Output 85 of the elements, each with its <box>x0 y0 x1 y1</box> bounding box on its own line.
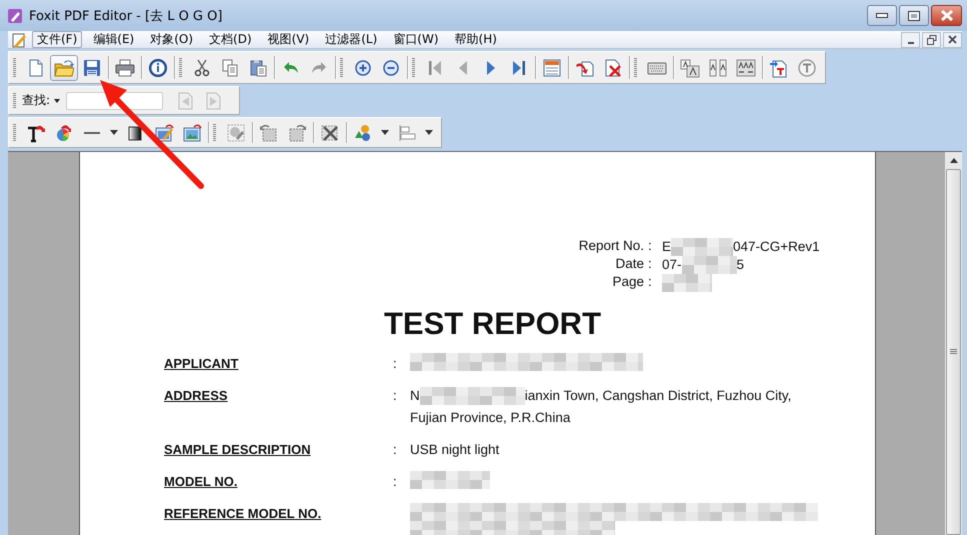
line-tool-icon <box>84 132 100 134</box>
shapes-icon <box>353 122 373 142</box>
colon: : <box>393 441 398 459</box>
window-title: Foxit PDF Editor - [去 L O G O] <box>29 8 222 24</box>
save-icon <box>82 58 102 78</box>
form-icon <box>542 58 562 78</box>
font-size-icon <box>680 58 700 78</box>
field-label: MODEL NO. <box>164 473 238 491</box>
word-spacing-icon <box>736 58 756 78</box>
close-button[interactable] <box>931 5 962 26</box>
minimize-icon <box>876 12 888 18</box>
close-icon <box>948 35 957 44</box>
align-icon <box>397 122 417 142</box>
redaction-mask <box>682 256 737 274</box>
field-label: Report No. <box>578 238 644 255</box>
colon: : <box>647 274 653 291</box>
rotate-right-icon <box>287 122 307 142</box>
colon: : <box>647 256 653 273</box>
field-value: ianxin Town, Cangshan District, Fuzhou City, <box>524 387 792 405</box>
folder-button[interactable] <box>50 54 78 80</box>
caret-icon <box>425 130 433 135</box>
field-label: Page <box>611 274 644 291</box>
info-icon <box>148 58 168 78</box>
clipboard-icon <box>248 58 268 78</box>
insert-text-icon <box>769 58 789 78</box>
close-icon <box>940 10 952 21</box>
menu-item[interactable]: 文档(D) <box>204 31 257 48</box>
edit-image-icon <box>154 122 174 142</box>
restore-icon <box>926 34 936 44</box>
app-logo-icon <box>7 8 23 24</box>
field-label: REFERENCE MODEL NO. <box>164 505 322 523</box>
menu-item[interactable]: 窗口(W) <box>388 31 444 48</box>
restore-button[interactable] <box>922 32 941 48</box>
page-delete-icon <box>603 58 623 78</box>
caret-icon <box>381 130 389 135</box>
scissors-icon <box>192 58 212 78</box>
field-label: Date <box>614 256 644 273</box>
menu-item[interactable]: 编辑(E) <box>88 31 140 48</box>
color-wheel-icon <box>54 122 74 142</box>
field-label: SAMPLE DESCRIPTION <box>164 441 312 459</box>
field-label: APPLICANT <box>164 355 240 373</box>
character-spacing-icon <box>708 58 728 78</box>
copy-icon <box>220 58 240 78</box>
printer-icon <box>115 58 135 78</box>
caret-icon <box>110 130 118 135</box>
minimize-icon <box>908 42 914 44</box>
field-label: ADDRESS <box>164 387 229 405</box>
redaction-mask <box>671 238 734 256</box>
colon: : <box>393 387 398 405</box>
menu-item[interactable]: 过滤器(L) <box>320 31 382 48</box>
menu-item[interactable]: 视图(V) <box>262 31 314 48</box>
crop-remove-icon <box>320 122 340 142</box>
redaction-mask <box>662 274 712 292</box>
menu-item[interactable]: 对象(O) <box>145 31 198 48</box>
minimize-button[interactable] <box>867 5 897 26</box>
minimize-button[interactable] <box>901 32 920 48</box>
zoom-in-icon <box>353 58 373 78</box>
text-tool-icon <box>26 122 46 142</box>
colon: : <box>393 355 398 373</box>
grip-icon[interactable] <box>950 349 957 355</box>
field-value: Fujian Province, P.R.China <box>410 409 570 427</box>
field-value: 5 <box>736 257 744 273</box>
menu-item[interactable]: 帮助(H) <box>450 31 502 48</box>
maximize-icon <box>908 10 920 20</box>
field-value: N <box>410 387 420 405</box>
zoom-out-icon <box>381 58 401 78</box>
select-object-icon <box>226 122 246 142</box>
scroll-up-icon[interactable] <box>950 158 958 163</box>
menu-item[interactable]: 文件(F) <box>32 31 82 48</box>
colon: : <box>647 238 653 255</box>
typewriter-icon <box>797 58 817 78</box>
document-title: TEST REPORT <box>382 306 602 342</box>
image-icon <box>182 122 202 142</box>
vertical-scrollbar[interactable] <box>945 152 962 535</box>
rotate-left-icon <box>259 122 279 142</box>
field-value: 047-CG+Rev1 <box>733 239 820 255</box>
field-value: E <box>662 239 672 255</box>
find-label: 查找: <box>22 92 50 109</box>
close-button[interactable] <box>943 32 962 48</box>
field-value: USB night light <box>410 441 500 459</box>
field-value: 07- <box>662 257 682 273</box>
document-edit-icon <box>11 32 29 48</box>
folder-icon <box>54 58 74 78</box>
colon: : <box>393 473 398 491</box>
maximize-button[interactable] <box>899 5 929 26</box>
